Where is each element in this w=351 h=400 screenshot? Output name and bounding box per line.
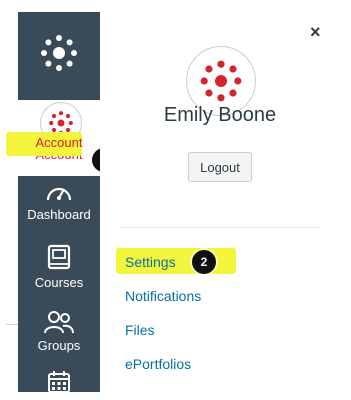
canvas-logo-icon — [41, 35, 77, 71]
edge-divider — [6, 324, 18, 325]
nav-item-dashboard[interactable]: Dashboard — [18, 178, 100, 240]
nav-item-courses[interactable]: Courses — [18, 244, 100, 306]
tray-link-notifications[interactable]: Notifications — [125, 288, 201, 304]
canvas-avatar-icon — [200, 60, 242, 102]
nav-item-label: Courses — [34, 275, 84, 290]
tray-divider — [120, 227, 320, 228]
screenshot-edge — [0, 0, 18, 392]
groups-icon — [44, 311, 74, 334]
user-name: Emily Boone — [163, 104, 277, 126]
courses-icon — [47, 244, 71, 270]
close-button[interactable]: × — [310, 22, 321, 43]
account-label-highlighted[interactable]: Account — [18, 135, 100, 150]
logout-button[interactable]: Logout — [188, 152, 252, 182]
step-badge-2: 2 — [192, 250, 216, 274]
canvas-logo[interactable] — [18, 12, 100, 94]
calendar-icon — [48, 371, 70, 393]
tray-link-eportfolios[interactable]: ePortfolios — [125, 356, 191, 372]
global-navigation: Account Dashboard Courses Groups — [18, 12, 100, 393]
dashboard-icon — [46, 187, 72, 201]
nav-item-label: Dashboard — [27, 207, 91, 222]
nav-item-label: Groups — [37, 338, 81, 353]
nav-item-groups[interactable]: Groups — [18, 309, 100, 371]
tray-link-files[interactable]: Files — [125, 322, 155, 338]
nav-item-calendar[interactable] — [18, 370, 100, 400]
tray-link-settings[interactable]: Settings — [125, 254, 176, 270]
